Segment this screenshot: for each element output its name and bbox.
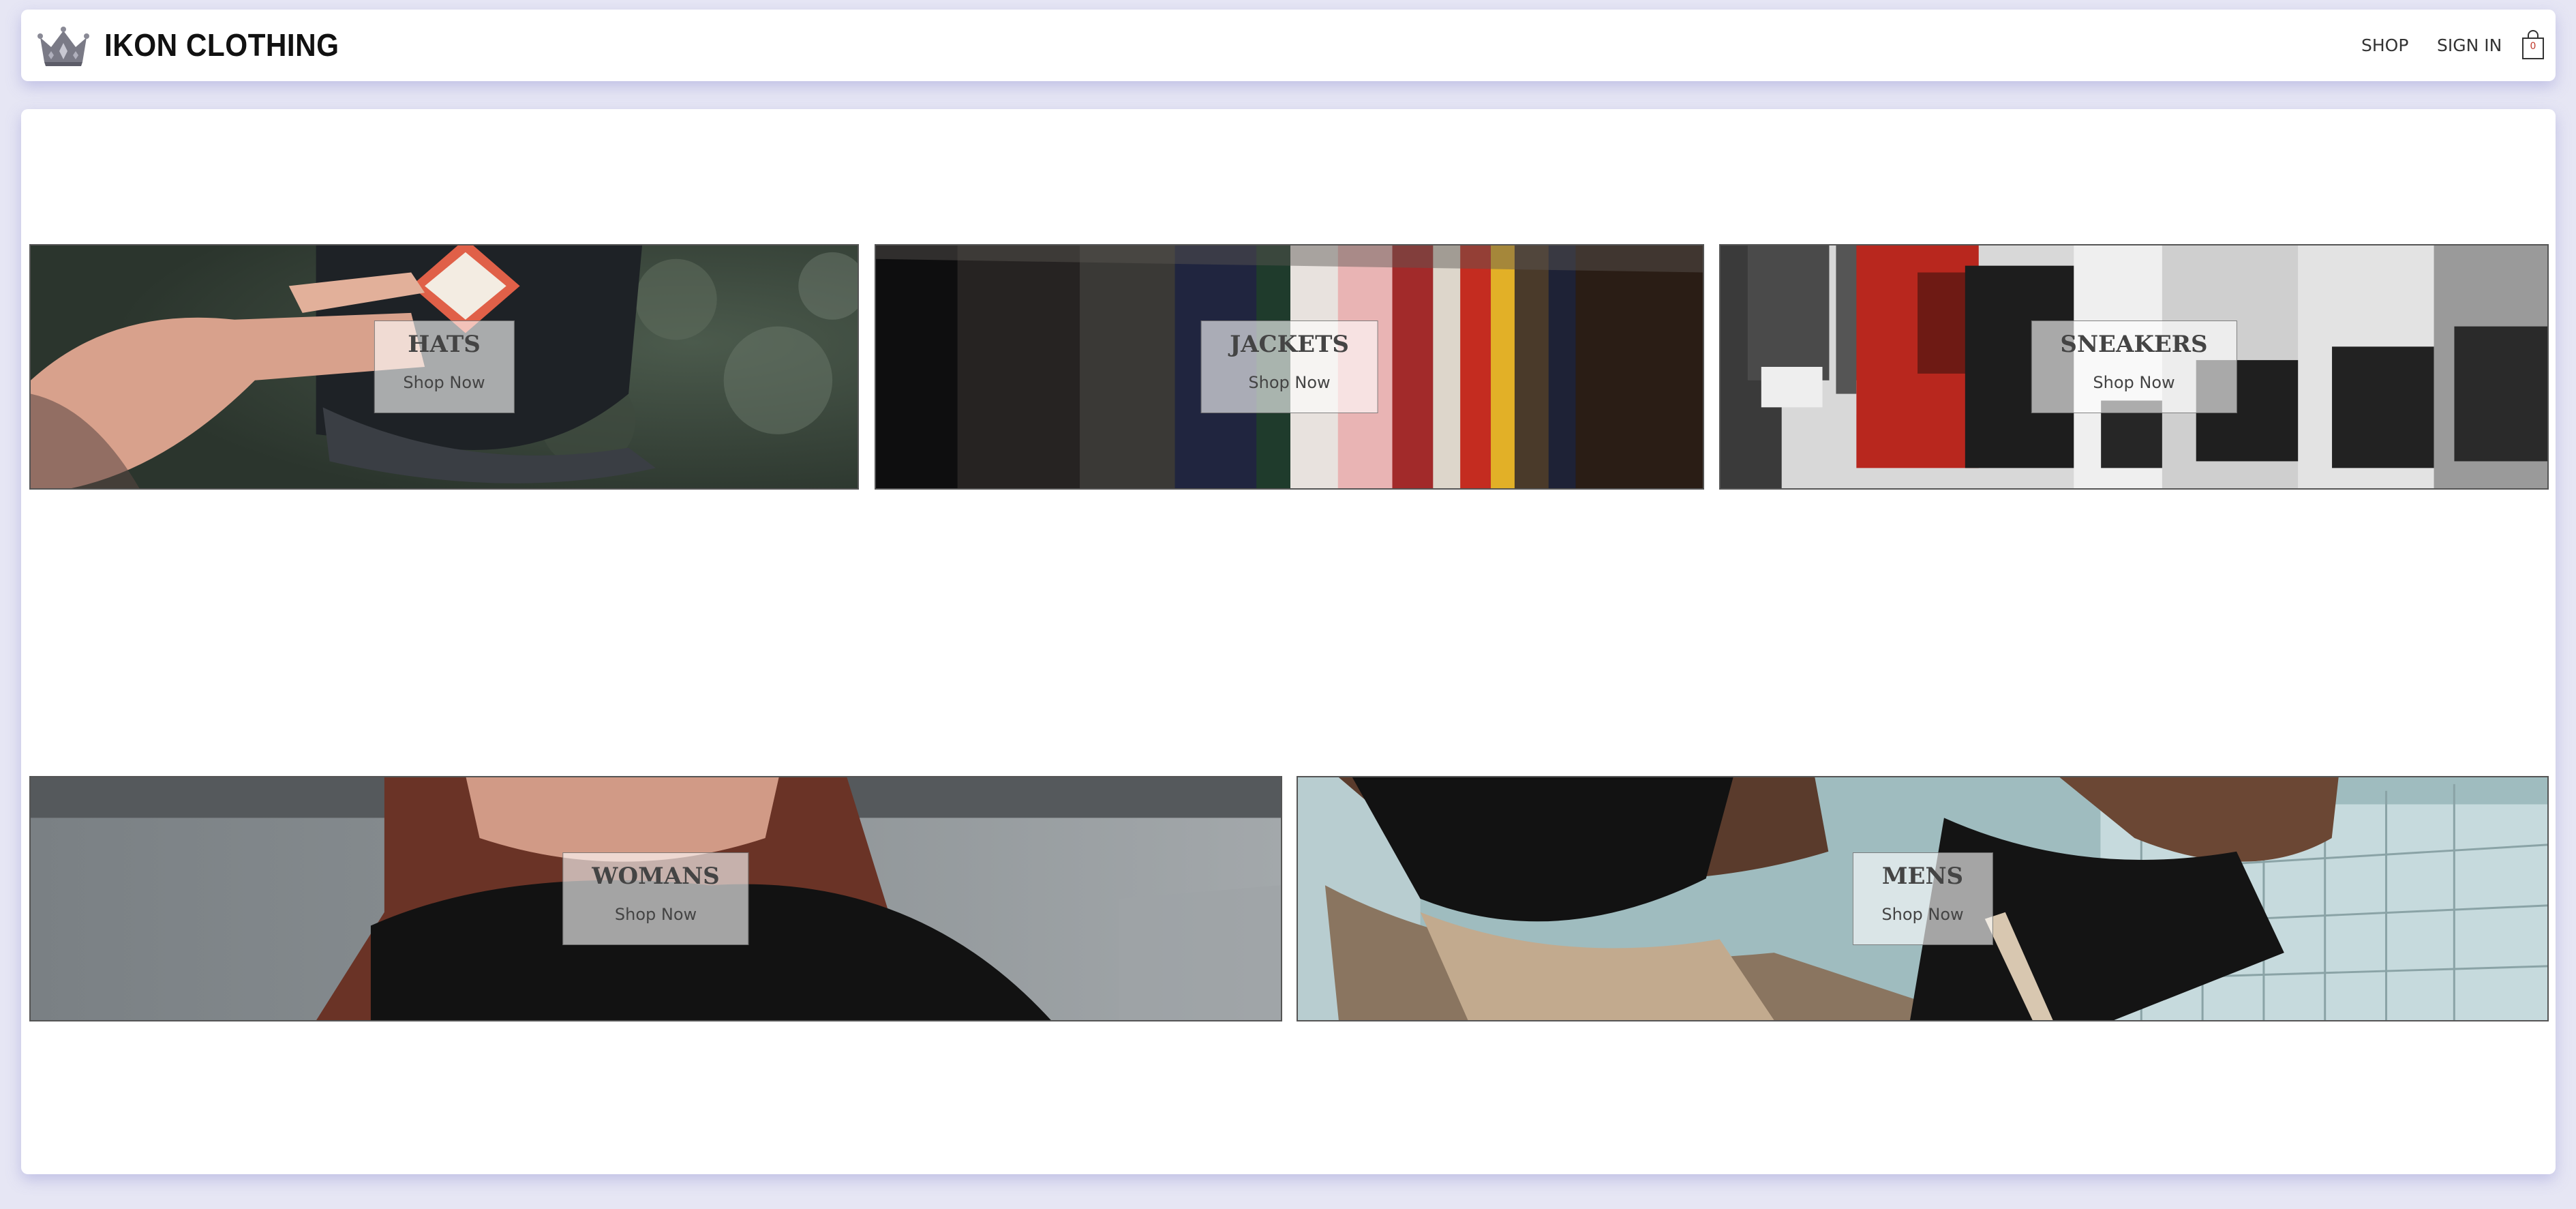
category-label-hats: HATS Shop Now [374, 320, 515, 413]
category-label-jackets: JACKETS Shop Now [1200, 320, 1378, 413]
cart-button[interactable]: 0 [2521, 30, 2545, 60]
nav-shop-link[interactable]: SHOP [2361, 10, 2408, 81]
directory-container: HATS Shop Now JACKETS Shop Now SNEAKERS … [21, 109, 2556, 1174]
category-tile-womens[interactable]: WOMANS Shop Now [29, 776, 1282, 1021]
shop-now-link[interactable]: Shop Now [1881, 905, 1963, 924]
category-title: MENS [1881, 863, 1964, 890]
category-title: SNEAKERS [2060, 331, 2208, 358]
shop-now-link[interactable]: Shop Now [403, 373, 485, 392]
category-label-womens: WOMANS Shop Now [562, 852, 749, 945]
category-title: HATS [408, 331, 481, 358]
category-label-sneakers: SNEAKERS Shop Now [2031, 320, 2237, 413]
category-title: WOMANS [592, 863, 720, 890]
brand-name[interactable]: IKON CLOTHING [104, 10, 339, 81]
cart-count: 0 [2530, 41, 2536, 52]
category-label-mens: MENS Shop Now [1852, 852, 1993, 945]
nav-sign-in-link[interactable]: SIGN IN [2437, 10, 2502, 81]
category-tile-hats[interactable]: HATS Shop Now [29, 244, 859, 490]
category-tile-mens[interactable]: MENS Shop Now [1297, 776, 2549, 1021]
category-title: JACKETS [1230, 331, 1349, 358]
crown-icon[interactable] [36, 24, 91, 68]
shop-now-link[interactable]: Shop Now [1230, 373, 1349, 392]
shop-now-link[interactable]: Shop Now [592, 905, 719, 924]
shop-now-link[interactable]: Shop Now [2060, 373, 2207, 392]
category-tile-sneakers[interactable]: SNEAKERS Shop Now [1719, 244, 2549, 490]
category-tile-jackets[interactable]: JACKETS Shop Now [875, 244, 1704, 490]
header: IKON CLOTHING SHOP SIGN IN 0 [21, 10, 2556, 81]
